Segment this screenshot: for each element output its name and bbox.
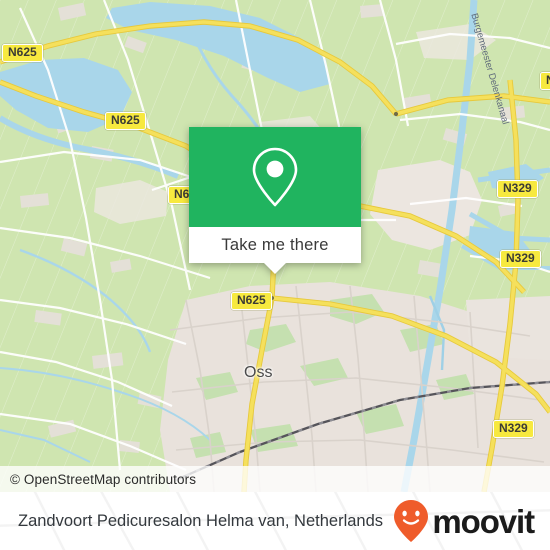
place-label: Oss bbox=[244, 364, 273, 381]
moovit-map-card: N625N625N625N625N329N329N329N Oss Burgem… bbox=[0, 0, 550, 550]
road-shield: N bbox=[540, 72, 550, 90]
road-shield: N329 bbox=[500, 250, 541, 268]
road-shield: N625 bbox=[231, 292, 272, 310]
take-me-there-button[interactable]: Take me there bbox=[189, 227, 361, 274]
road-shield: N625 bbox=[105, 112, 146, 130]
osm-attribution-bar: © OpenStreetMap contributors bbox=[0, 466, 550, 492]
osm-attribution-text: © OpenStreetMap contributors bbox=[10, 471, 197, 487]
location-popup[interactable]: Take me there bbox=[189, 127, 361, 274]
moovit-wordmark: moovit bbox=[432, 502, 535, 540]
moovit-smiley-pin-icon bbox=[394, 500, 429, 542]
road-shield: N625 bbox=[2, 44, 43, 62]
take-me-there-label: Take me there bbox=[221, 235, 329, 254]
popup-pointer bbox=[264, 263, 286, 274]
card-footer: Zandvoort Pedicuresalon Helma van, Nethe… bbox=[0, 492, 550, 550]
popup-header bbox=[189, 127, 361, 227]
map-pin-icon bbox=[252, 147, 298, 207]
moovit-logo[interactable]: moovit bbox=[393, 499, 535, 543]
page-title: Zandvoort Pedicuresalon Helma van, Nethe… bbox=[18, 511, 384, 530]
road-shield: N329 bbox=[493, 420, 534, 438]
road-shield: N329 bbox=[497, 180, 538, 198]
